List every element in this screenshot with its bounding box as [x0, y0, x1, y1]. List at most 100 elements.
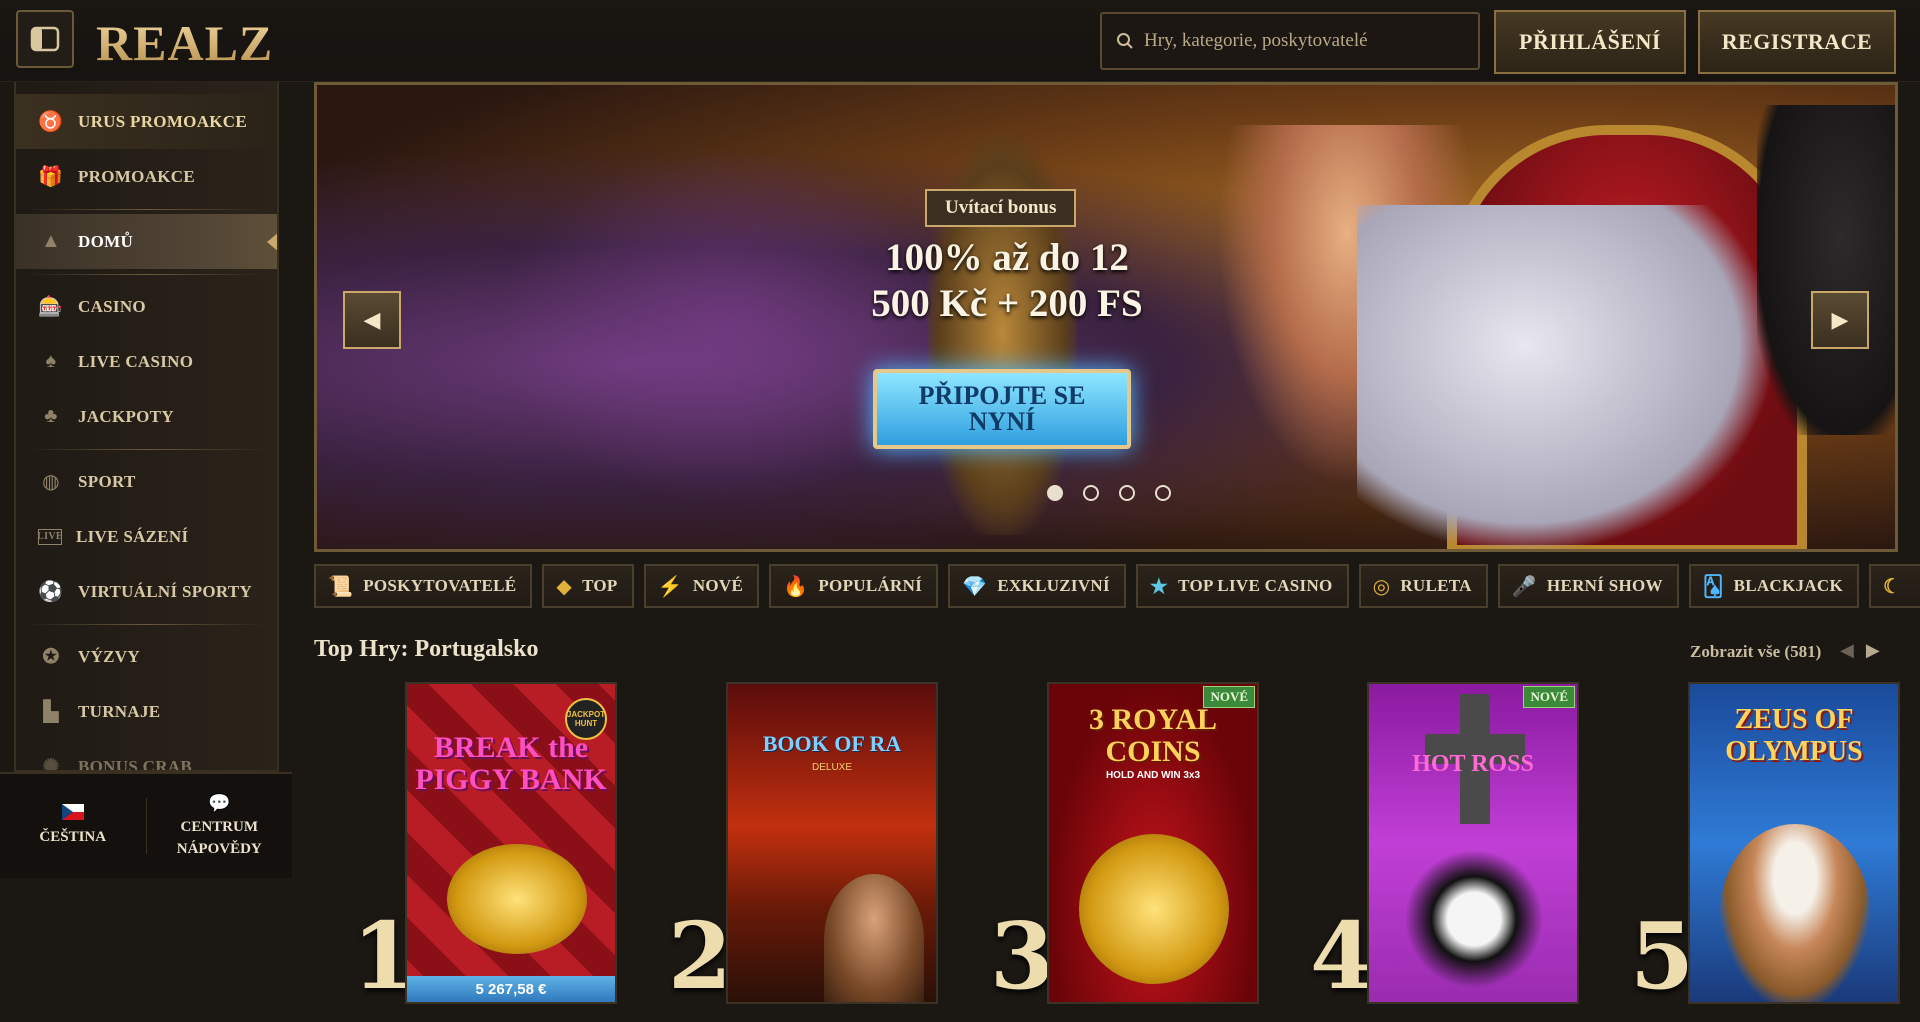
crab-icon: ✺: [42, 756, 60, 772]
scroll-icon: 📜: [328, 575, 354, 598]
view-all-link[interactable]: Zobrazit vše (581): [1690, 642, 1821, 662]
register-button[interactable]: REGISTRACE: [1698, 10, 1896, 74]
carousel-dot[interactable]: [1047, 485, 1063, 501]
login-button[interactable]: PŘIHLÁŠENÍ: [1494, 10, 1686, 74]
game-rank-number: 2: [668, 902, 733, 1010]
carousel-next-button[interactable]: ▶: [1811, 291, 1869, 349]
sidebar-item-sport[interactable]: ◍ SPORT: [16, 454, 277, 509]
search-box[interactable]: [1100, 12, 1480, 70]
tab-poskytovatele[interactable]: 📜 POSKYTOVATELÉ: [314, 564, 533, 608]
game-card-zeus-of-olympus[interactable]: ZEUS OF OLYMPUS: [1688, 682, 1900, 1004]
hero-banner[interactable]: Uvítací bonus 100% až do 12 500 Kč + 200…: [314, 82, 1898, 552]
gold-piggy-image: [447, 844, 587, 954]
carousel-dots: [1047, 485, 1171, 501]
brand-logo[interactable]: REALZ: [96, 14, 273, 72]
help-center-button[interactable]: 💬 CENTRUM NÁPOVĚDY: [147, 774, 293, 878]
sidebar-item-label: CASINO: [78, 296, 146, 316]
cta-line1: PŘIPOJTE SE: [918, 381, 1086, 410]
carousel-dot[interactable]: [1119, 485, 1135, 501]
tab-popularni[interactable]: 🔥 POPULÁRNÍ: [769, 564, 939, 608]
slot-machine-icon: 🎰: [38, 296, 64, 318]
tab-label: EXKLUZIVNÍ: [997, 576, 1110, 595]
game-title: BOOK OF RA: [762, 731, 902, 756]
jackpot-amount: 5 267,58 €: [407, 976, 615, 1002]
caret-left-icon: ◀: [363, 307, 381, 332]
game-card-3-royal-coins[interactable]: NOVÉ 3 ROYAL COINS HOLD AND WIN 3x3: [1047, 682, 1259, 1004]
sidebar-item-promoakce[interactable]: 🎁 PROMOAKCE: [16, 149, 277, 204]
help-label-line1: CENTRUM: [180, 819, 259, 835]
carousel-prev-button[interactable]: ◀: [343, 291, 401, 349]
sidebar-item-live-casino[interactable]: ♠ LIVE CASINO: [16, 334, 277, 389]
caret-right-icon[interactable]: ▶: [1866, 640, 1880, 661]
hero-title: 100% až do 12 500 Kč + 200 FS: [817, 235, 1197, 327]
carousel-dot[interactable]: [1083, 485, 1099, 501]
tab-label: RULETA: [1400, 576, 1472, 595]
star-icon: ★: [1149, 575, 1169, 598]
sidebar-item-label: VÝZVY: [78, 646, 140, 666]
sidebar-item-label: DOMŮ: [78, 231, 134, 251]
tab-blackjack[interactable]: 🂡 BLACKJACK: [1688, 564, 1860, 608]
tab-top[interactable]: ◆ TOP: [542, 564, 634, 608]
football-icon: ⚽: [38, 581, 64, 603]
pharaoh-character-image: [1357, 205, 1777, 549]
pyramid-icon: ▲: [40, 230, 62, 252]
tab-exkluzivni[interactable]: 💎 EXKLUZIVNÍ: [948, 564, 1126, 608]
sidebar-item-urus-promoakce[interactable]: ♉ URUS PROMOAKCE: [16, 94, 277, 149]
caret-right-icon: ▶: [1831, 307, 1849, 332]
tab-label: HERNÍ SHOW: [1546, 576, 1663, 595]
explorer-character-image: [824, 874, 924, 1002]
category-tabs: 📜 POSKYTOVATELÉ ◆ TOP ⚡ NOVÉ 🔥 POPULÁRNÍ 💎 EX…: [314, 564, 1920, 608]
section-title: Top Hry: Portugalsko: [314, 636, 539, 662]
search-input[interactable]: [1144, 30, 1464, 52]
game-card-break-the-piggy-bank[interactable]: JACKPOT HUNT BREAK the PIGGY BANK 5 267,…: [405, 682, 617, 1004]
card-icon: ♠: [45, 350, 57, 372]
sidebar-divider: [16, 269, 277, 279]
game-subtitle: DELUXE: [811, 762, 852, 773]
language-label: ČEŠTINA: [39, 829, 107, 845]
game-title: 3 ROYAL COINS: [1088, 703, 1218, 768]
sidebar-divider: [16, 444, 277, 454]
game-rank-number: 5: [1630, 902, 1695, 1010]
tab-label: POSKYTOVATELÉ: [363, 576, 517, 595]
microphone-icon: 🎤: [1511, 575, 1537, 598]
sidebar-item-domu[interactable]: ▲ DOMŮ: [16, 214, 277, 269]
czech-flag-icon: [61, 804, 84, 820]
sidebar-item-label: LIVE CASINO: [78, 351, 194, 371]
tab-label: BLACKJACK: [1733, 576, 1844, 595]
tab-label: TOP: [582, 576, 618, 595]
sidebar-item-label: VIRTUÁLNÍ SPORTY: [78, 581, 253, 601]
tab-label: TOP LIVE CASINO: [1178, 576, 1333, 595]
tab-top-live-casino[interactable]: ★ TOP LIVE CASINO: [1135, 564, 1349, 608]
sidebar-item-vyzvy[interactable]: ✪ VÝZVY: [16, 629, 277, 684]
tab-herni-show[interactable]: 🎤 HERNÍ SHOW: [1497, 564, 1679, 608]
live-icon: LIVE: [37, 528, 63, 545]
sidebar-item-turnaje[interactable]: ▙ TURNAJE: [16, 684, 277, 739]
sidebar-toggle-button[interactable]: [16, 10, 74, 68]
tab-nove[interactable]: ⚡ NOVÉ: [643, 564, 760, 608]
podium-icon: ▙: [43, 701, 59, 723]
zeus-character-image: [1720, 824, 1870, 1002]
hero-title-line1: 100% až do 12: [885, 236, 1129, 279]
language-selector[interactable]: ČEŠTINA: [0, 774, 146, 878]
tab-ruleta[interactable]: ◎ RULETA: [1358, 564, 1488, 608]
section-pager: ◀ ▶: [1840, 640, 1880, 661]
join-now-button[interactable]: PŘIPOJTE SE NYNÍ: [873, 369, 1131, 449]
sidebar-toggle-icon: [30, 26, 60, 52]
sidebar-item-bonus-crab[interactable]: ✺ BONUS CRAB: [16, 739, 277, 772]
carousel-dot[interactable]: [1155, 485, 1171, 501]
lightning-icon: ⚡: [657, 575, 683, 598]
sidebar-item-virtualni-sporty[interactable]: ⚽ VIRTUÁLNÍ SPORTY: [16, 564, 277, 619]
clover-icon: ♣: [44, 405, 58, 427]
search-icon: [1117, 33, 1133, 49]
cat-character-image: [1399, 844, 1549, 994]
tab-label: POPULÁRNÍ: [818, 576, 923, 595]
game-card-book-of-ra[interactable]: BOOK OF RA DELUXE: [726, 682, 938, 1004]
tab-more[interactable]: ☾: [1869, 564, 1920, 608]
game-card-hot-ross[interactable]: NOVÉ HOT ROSS: [1367, 682, 1579, 1004]
caret-left-icon[interactable]: ◀: [1840, 640, 1854, 661]
sidebar-item-live-sazeni[interactable]: LIVE LIVE SÁZENÍ: [16, 509, 277, 564]
sidebar-item-casino[interactable]: 🎰 CASINO: [16, 279, 277, 334]
sidebar-item-jackpoty[interactable]: ♣ JACKPOTY: [16, 389, 277, 444]
tab-label: NOVÉ: [692, 576, 744, 595]
gold-coins-image: [1079, 834, 1229, 984]
